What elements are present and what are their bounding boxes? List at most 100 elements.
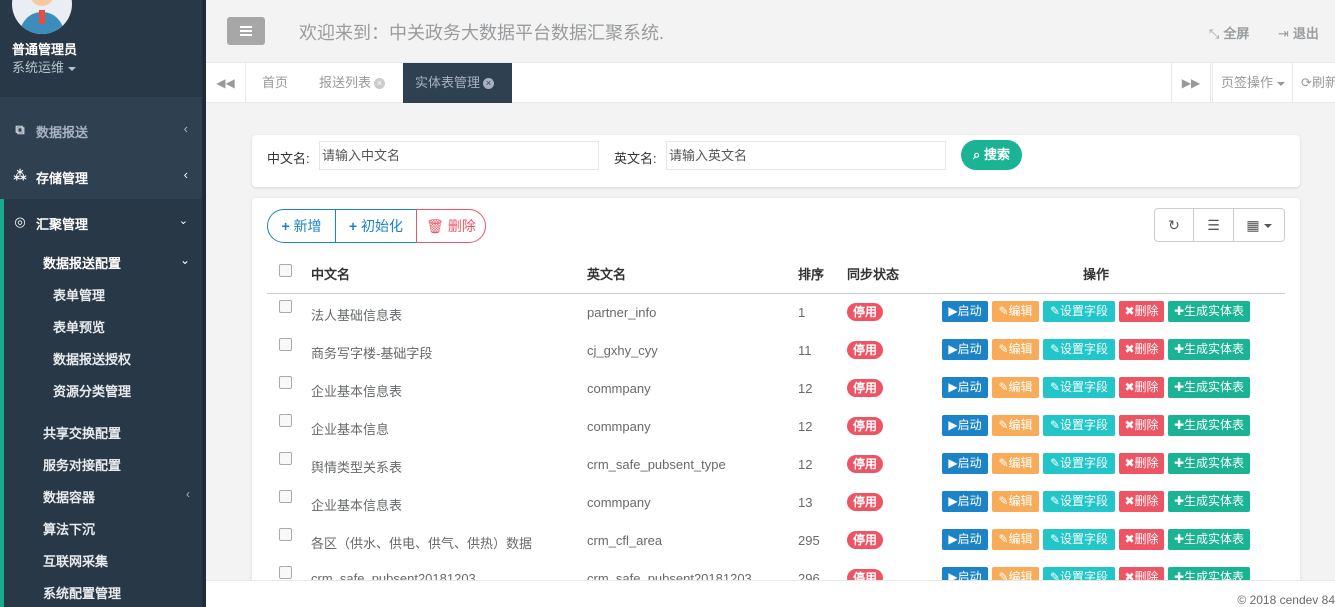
del-action-button[interactable]: ✖删除: [1119, 415, 1164, 436]
start-action-label: 启动: [957, 532, 982, 546]
sidebar-leaf-report-authorization[interactable]: 数据报送授权: [53, 349, 131, 368]
sidebar-leaf-form-management[interactable]: 表单管理: [53, 285, 105, 304]
select-all-checkbox[interactable]: [279, 264, 292, 277]
sidebar: 普通管理员 系统运维 ⧉ 数据报送 ‹ ⁂ 存储管理 ‹ ◎ 汇聚管理 ⌄ 数据…: [0, 0, 206, 607]
sidebar-item-data-report[interactable]: ⧉ 数据报送 ‹: [0, 107, 206, 153]
sidebar-item-algorithm[interactable]: 算法下沉: [43, 519, 95, 538]
start-action-button[interactable]: ▶启动: [942, 377, 988, 398]
close-icon[interactable]: ×: [374, 78, 386, 90]
del-action-button[interactable]: ✖删除: [1119, 491, 1164, 512]
logout-button[interactable]: ⇥ 退出: [1278, 23, 1319, 42]
table-header-divider: [267, 293, 1285, 294]
row-checkbox[interactable]: [279, 490, 292, 503]
avatar[interactable]: [12, 0, 72, 34]
sidebar-leaf-form-preview[interactable]: 表单预览: [53, 317, 105, 336]
menu-toggle-button[interactable]: [227, 17, 265, 45]
row-checkbox[interactable]: [279, 566, 292, 579]
fullscreen-button[interactable]: ⤡ 全屏: [1209, 23, 1249, 42]
gen-action-button[interactable]: ✚生成实体表: [1168, 301, 1250, 322]
field-action-button[interactable]: ✎设置字段: [1043, 453, 1115, 474]
en-name-label: 英文名:: [614, 151, 657, 166]
tab-entity-table[interactable]: 实体表管理 ×: [403, 63, 512, 103]
refresh-table-button[interactable]: ↻: [1154, 208, 1194, 242]
field-action-button[interactable]: ✎设置字段: [1043, 339, 1115, 360]
add-button[interactable]: + 新增: [267, 209, 336, 243]
play-icon: ▶: [948, 380, 958, 394]
edit-action-button[interactable]: ✎编辑: [992, 377, 1039, 398]
tab-home[interactable]: 首页: [250, 63, 300, 103]
start-action-button[interactable]: ▶启动: [942, 301, 988, 322]
sidebar-leaf-resource-category[interactable]: 资源分类管理: [53, 381, 131, 400]
column-header-en[interactable]: 英文名: [587, 264, 626, 283]
submenu-data-report-config[interactable]: 数据报送配置: [43, 253, 121, 272]
start-action-button[interactable]: ▶启动: [942, 529, 988, 550]
edit-action-label: 编辑: [1008, 494, 1033, 508]
chevron-left-icon: ‹: [186, 487, 190, 501]
columns-dropdown-button[interactable]: ▦: [1233, 208, 1285, 242]
start-action-button[interactable]: ▶启动: [942, 415, 988, 436]
sidebar-item-storage[interactable]: ⁂ 存储管理 ‹: [0, 153, 206, 199]
tab-report-list[interactable]: 报送列表 ×: [307, 63, 397, 103]
search-button[interactable]: ⌕ 搜索: [961, 140, 1022, 170]
edit-action-button[interactable]: ✎编辑: [992, 491, 1039, 512]
start-action-button[interactable]: ▶启动: [942, 491, 988, 512]
del-action-button[interactable]: ✖删除: [1119, 377, 1164, 398]
gen-action-button[interactable]: ✚生成实体表: [1168, 415, 1250, 436]
edit-action-button[interactable]: ✎编辑: [992, 453, 1039, 474]
field-action-button[interactable]: ✎设置字段: [1043, 529, 1115, 550]
sidebar-item-internet-collect[interactable]: 互联网采集: [43, 551, 108, 570]
cn-name-input[interactable]: [319, 141, 599, 170]
del-action-button[interactable]: ✖删除: [1119, 301, 1164, 322]
sidebar-item-aggregation[interactable]: ◎ 汇聚管理 ⌄: [0, 199, 206, 245]
profile-role-dropdown[interactable]: 系统运维: [12, 57, 77, 76]
row-checkbox[interactable]: [279, 414, 292, 427]
sidebar-item-exchange-config[interactable]: 共享交换配置: [43, 423, 121, 442]
del-action-button[interactable]: ✖删除: [1119, 339, 1164, 360]
delete-button[interactable]: 🗑 删除: [416, 209, 486, 243]
field-action-button[interactable]: ✎设置字段: [1043, 377, 1115, 398]
tab-operations-dropdown[interactable]: 页签操作: [1212, 63, 1292, 103]
sidebar-item-system-config[interactable]: 系统配置管理: [43, 583, 121, 602]
gen-action-button[interactable]: ✚生成实体表: [1168, 529, 1250, 550]
field-action-button[interactable]: ✎设置字段: [1043, 491, 1115, 512]
column-header-order[interactable]: 排序: [798, 264, 824, 283]
tabs-scroll-left-button[interactable]: ◀◀: [206, 63, 246, 103]
status-badge: 停用: [847, 303, 883, 321]
row-checkbox[interactable]: [279, 528, 292, 541]
profile-name: 普通管理员: [12, 42, 78, 57]
column-header-cn[interactable]: 中文名: [311, 264, 350, 283]
gen-action-button[interactable]: ✚生成实体表: [1168, 453, 1250, 474]
footer: © 2018 cendev 84: [206, 580, 1335, 607]
en-name-input[interactable]: [666, 141, 946, 170]
row-checkbox[interactable]: [279, 338, 292, 351]
gen-action-button[interactable]: ✚生成实体表: [1168, 377, 1250, 398]
close-icon[interactable]: ×: [483, 78, 495, 90]
field-action-button[interactable]: ✎设置字段: [1043, 415, 1115, 436]
gen-action-button[interactable]: ✚生成实体表: [1168, 339, 1250, 360]
edit-action-button[interactable]: ✎编辑: [992, 415, 1039, 436]
sidebar-item-data-container[interactable]: 数据容器: [43, 487, 95, 506]
del-action-button[interactable]: ✖删除: [1119, 529, 1164, 550]
play-icon: ▶: [948, 418, 958, 432]
column-header-sync[interactable]: 同步状态: [847, 264, 899, 283]
edit-action-button[interactable]: ✎编辑: [992, 339, 1039, 360]
gen-action-button[interactable]: ✚生成实体表: [1168, 491, 1250, 512]
row-checkbox[interactable]: [279, 376, 292, 389]
edit-icon: ✎: [998, 532, 1009, 546]
del-action-button[interactable]: ✖删除: [1119, 453, 1164, 474]
edit-action-button[interactable]: ✎编辑: [992, 529, 1039, 550]
sidebar-item-service-config[interactable]: 服务对接配置: [43, 455, 121, 474]
initialize-button[interactable]: + 初始化: [335, 209, 417, 243]
start-action-button[interactable]: ▶启动: [942, 339, 988, 360]
toggle-view-button[interactable]: ☰: [1193, 208, 1234, 242]
edit-action-button[interactable]: ✎编辑: [992, 301, 1039, 322]
start-action-button[interactable]: ▶启动: [942, 453, 988, 474]
row-checkbox[interactable]: [279, 300, 292, 313]
search-button-label: 搜索: [983, 147, 1010, 162]
refresh-button[interactable]: ⟳刷新: [1292, 63, 1335, 103]
search-panel: 中文名: 英文名: ⌕ 搜索: [252, 135, 1300, 187]
field-action-button[interactable]: ✎设置字段: [1043, 301, 1115, 322]
start-action-label: 启动: [957, 380, 982, 394]
tabs-scroll-right-button[interactable]: ▶▶: [1171, 63, 1211, 103]
row-checkbox[interactable]: [279, 452, 292, 465]
